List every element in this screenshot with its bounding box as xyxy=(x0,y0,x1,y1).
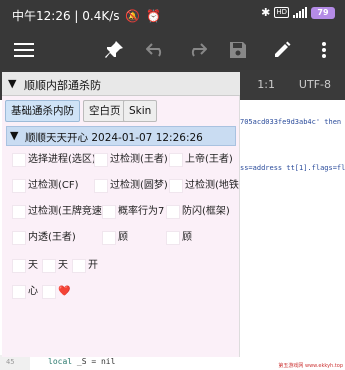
section-header[interactable]: ▼ 顺顺天天开心 2024-01-07 12:26:26 xyxy=(6,126,236,146)
pin-icon[interactable] xyxy=(102,38,126,62)
battery-icon: 79 xyxy=(311,6,335,19)
option-label: 过检测(地铁 xyxy=(185,180,239,191)
checkbox-box[interactable] xyxy=(42,285,56,299)
checkbox-box[interactable] xyxy=(94,153,108,167)
option-checkbox[interactable]: 概率行为7 xyxy=(102,204,168,220)
option-label: 上帝(王者) xyxy=(185,154,233,165)
option-label: 心 xyxy=(28,286,38,297)
window-title-bar[interactable]: ▼ 顺顺内部通杀防 xyxy=(2,72,240,96)
checkbox-box[interactable] xyxy=(102,231,116,245)
checkbox-box[interactable] xyxy=(12,231,26,245)
option-label: 过检测(王者) xyxy=(110,154,168,165)
line-number: 45 xyxy=(6,358,15,366)
checkbox-box[interactable] xyxy=(166,205,180,219)
option-checkbox[interactable]: 顾 xyxy=(102,230,162,246)
option-label: 顾 xyxy=(182,232,192,243)
window-title: 顺顺内部通杀防 xyxy=(24,79,101,92)
encoding-label[interactable]: UTF-8 xyxy=(299,78,331,91)
watermark: 第五游戏网 www.ekkyh.top xyxy=(278,363,343,369)
save-icon[interactable] xyxy=(226,38,250,62)
option-label: 过检测(王牌竞速) xyxy=(28,206,106,217)
checkbox-box[interactable] xyxy=(102,205,116,219)
checkbox-box[interactable] xyxy=(12,285,26,299)
option-label: 选择进程(选区) xyxy=(28,154,96,165)
option-label: 顾 xyxy=(118,232,128,243)
redo-icon[interactable] xyxy=(185,38,209,62)
checkbox-box[interactable] xyxy=(94,179,108,193)
option-label: 过检测(圆梦) xyxy=(110,180,168,191)
edit-icon[interactable] xyxy=(270,38,294,62)
line-gutter xyxy=(0,355,30,370)
bluetooth-icon: ✱ xyxy=(261,6,271,19)
mute-icon: 🔕 xyxy=(125,9,141,23)
option-checkbox[interactable]: 开 xyxy=(72,258,108,274)
option-checkbox[interactable]: 顾 xyxy=(166,230,226,246)
toolbar xyxy=(0,30,345,70)
option-checkbox[interactable]: 过检测(CF) xyxy=(12,178,92,194)
alarm-icon: ⏰ xyxy=(146,9,162,23)
option-label: 天 xyxy=(28,260,38,271)
option-label: 天 xyxy=(58,260,68,271)
section-title: 顺顺天天开心 2024-01-07 12:26:26 xyxy=(25,132,203,144)
checkbox-box[interactable] xyxy=(166,231,180,245)
code-fragment: ss=address tt[1].flags=flags xyxy=(240,164,345,172)
option-label: 防闪(框架) xyxy=(182,206,230,217)
option-checkbox[interactable]: 上帝(王者) xyxy=(169,152,239,168)
checkbox-box[interactable] xyxy=(42,259,56,273)
option-label: 内透(王者) xyxy=(28,232,76,243)
cursor-position: 1:1 xyxy=(257,78,275,91)
checkbox-box[interactable] xyxy=(12,153,26,167)
signal-icon xyxy=(293,7,307,18)
status-icons: ✱ HD 79 xyxy=(261,6,335,19)
undo-icon[interactable] xyxy=(144,38,168,62)
option-checkbox[interactable]: 防闪(框架) xyxy=(166,204,236,220)
tab-skin[interactable]: Skin xyxy=(123,100,158,122)
status-time-speed: 中午12:26 | 0.4K/s 🔕 ⏰ xyxy=(12,7,161,24)
hd-icon: HD xyxy=(274,7,289,18)
floating-window: ▼ 顺顺内部通杀防 基础通杀内防 空白页 Skin ▼ 顺顺天天开心 2024-… xyxy=(2,72,240,357)
code-text: _S = nil xyxy=(72,357,116,366)
section-triangle-icon[interactable]: ▼ xyxy=(10,129,18,142)
code-line: local _S = nil xyxy=(48,357,115,366)
checkbox-box[interactable] xyxy=(169,179,183,193)
option-checkbox[interactable]: ❤️ xyxy=(42,284,78,300)
more-icon[interactable] xyxy=(312,38,336,62)
option-checkbox[interactable]: 内透(王者) xyxy=(12,230,92,246)
status-time-text: 中午12:26 | 0.4K/s xyxy=(12,9,120,23)
checkbox-box[interactable] xyxy=(12,259,26,273)
option-label: 开 xyxy=(88,260,98,271)
option-checkbox[interactable]: 过检测(王牌竞速) xyxy=(12,204,112,220)
code-fragment: 705acd033fe9d3ab4c' then xyxy=(240,118,342,126)
collapse-triangle-icon[interactable]: ▼ xyxy=(8,77,16,90)
code-keyword: local xyxy=(48,357,73,366)
tab-basic[interactable]: 基础通杀内防 xyxy=(5,100,80,122)
checkbox-box[interactable] xyxy=(12,205,26,219)
checkbox-box[interactable] xyxy=(169,153,183,167)
option-label: 概率行为7 xyxy=(118,206,165,217)
tab-blank[interactable]: 空白页 xyxy=(83,100,127,122)
option-checkbox[interactable]: 过检测(地铁 xyxy=(169,178,239,194)
menu-icon[interactable] xyxy=(12,38,36,62)
option-checkbox[interactable]: 选择进程(选区) xyxy=(12,152,96,168)
option-label: 过检测(CF) xyxy=(28,180,79,191)
option-checkbox[interactable]: 过检测(王者) xyxy=(94,152,170,168)
checkbox-box[interactable] xyxy=(12,179,26,193)
status-bar: 中午12:26 | 0.4K/s 🔕 ⏰ ✱ HD 79 xyxy=(0,0,345,30)
option-checkbox[interactable]: 过检测(圆梦) xyxy=(94,178,170,194)
checkbox-box[interactable] xyxy=(72,259,86,273)
heart-icon: ❤️ xyxy=(58,286,71,297)
